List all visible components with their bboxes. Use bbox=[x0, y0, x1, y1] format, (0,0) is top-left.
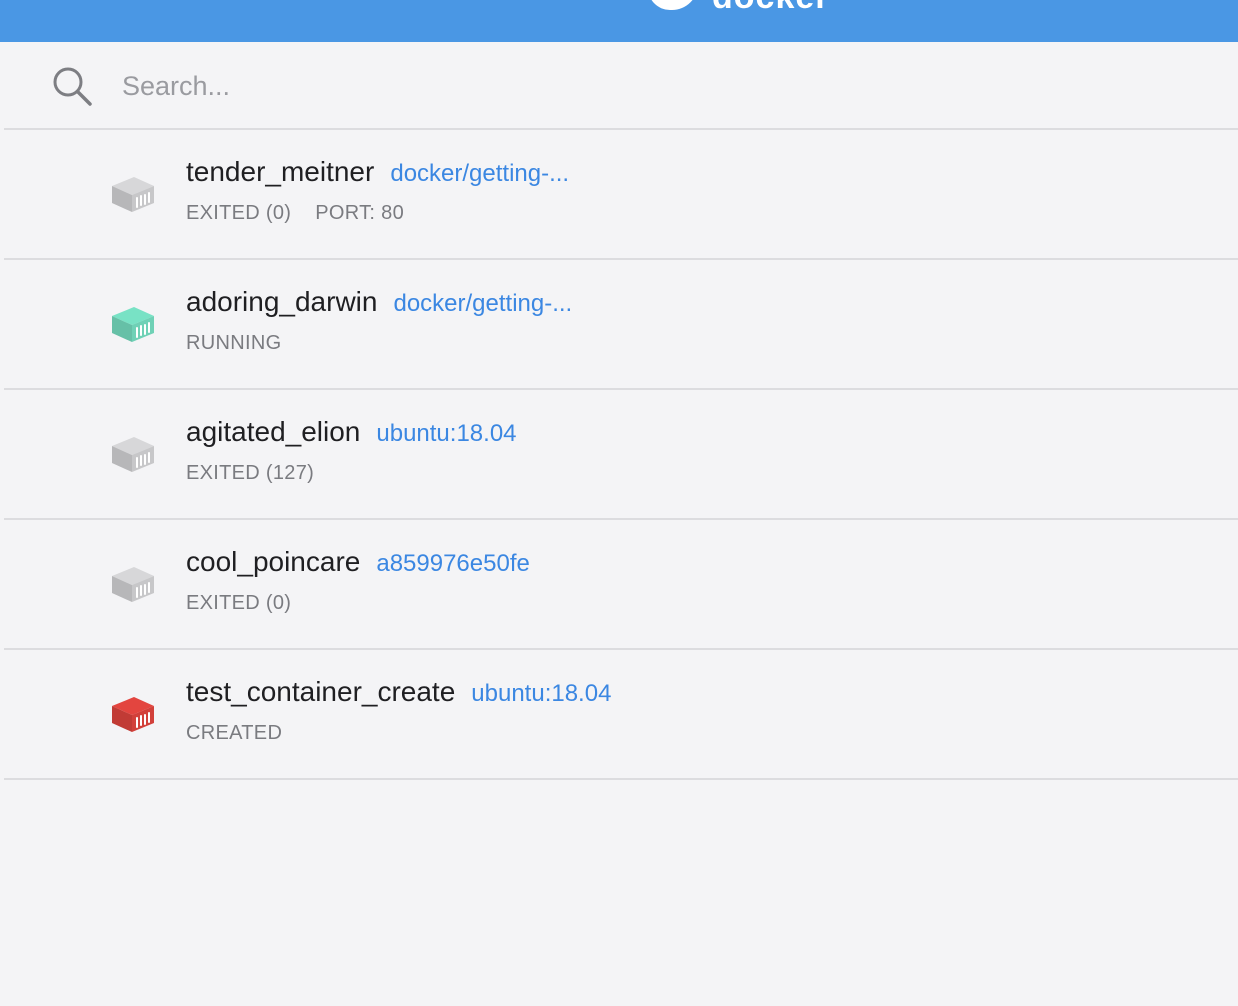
container-image-link[interactable]: ubuntu:18.04 bbox=[471, 680, 611, 708]
container-icon bbox=[112, 177, 154, 212]
container-status: EXITED (0) bbox=[186, 202, 292, 224]
container-name: test_container_create bbox=[186, 676, 456, 707]
whale-icon bbox=[648, 0, 698, 10]
container-name: tender_meitner bbox=[186, 156, 375, 187]
container-name: cool_poincare bbox=[186, 546, 361, 577]
container-image-link[interactable]: a859976e50fe bbox=[376, 550, 530, 578]
container-icon bbox=[112, 697, 154, 732]
container-row[interactable]: cool_poincare a859976e50fe EXITED (0) bbox=[4, 520, 1238, 650]
container-info: cool_poincare a859976e50fe EXITED (0) bbox=[186, 546, 530, 615]
container-info: test_container_create ubuntu:18.04 CREAT… bbox=[186, 676, 611, 745]
container-icon bbox=[112, 567, 154, 602]
container-status: CREATED bbox=[186, 722, 283, 744]
container-info: tender_meitner docker/getting-... EXITED… bbox=[186, 156, 569, 225]
container-row[interactable]: adoring_darwin docker/getting-... RUNNIN… bbox=[4, 260, 1238, 390]
container-image-link[interactable]: ubuntu:18.04 bbox=[376, 420, 516, 448]
container-name: adoring_darwin bbox=[186, 286, 378, 317]
container-info: agitated_elion ubuntu:18.04 EXITED (127) bbox=[186, 416, 517, 485]
container-status: EXITED (0) bbox=[186, 592, 292, 614]
container-row[interactable]: test_container_create ubuntu:18.04 CREAT… bbox=[4, 650, 1238, 780]
docker-logo: docker bbox=[648, 0, 830, 14]
container-icon bbox=[112, 437, 154, 472]
search-icon[interactable] bbox=[50, 64, 94, 108]
container-row[interactable]: tender_meitner docker/getting-... EXITED… bbox=[4, 130, 1238, 260]
brand-wordmark: docker bbox=[712, 0, 830, 14]
header-bar: docker bbox=[0, 0, 1238, 42]
container-image-link[interactable]: docker/getting-... bbox=[393, 290, 572, 318]
container-icon bbox=[112, 307, 154, 342]
search-bar bbox=[4, 42, 1238, 130]
container-image-link[interactable]: docker/getting-... bbox=[390, 160, 569, 188]
container-list: tender_meitner docker/getting-... EXITED… bbox=[4, 130, 1238, 780]
container-name: agitated_elion bbox=[186, 416, 361, 447]
container-status: RUNNING bbox=[186, 332, 282, 354]
search-input[interactable] bbox=[122, 64, 822, 108]
container-info: adoring_darwin docker/getting-... RUNNIN… bbox=[186, 286, 572, 355]
container-port: PORT: 80 bbox=[315, 202, 404, 224]
container-status: EXITED (127) bbox=[186, 462, 315, 484]
container-row[interactable]: agitated_elion ubuntu:18.04 EXITED (127) bbox=[4, 390, 1238, 520]
